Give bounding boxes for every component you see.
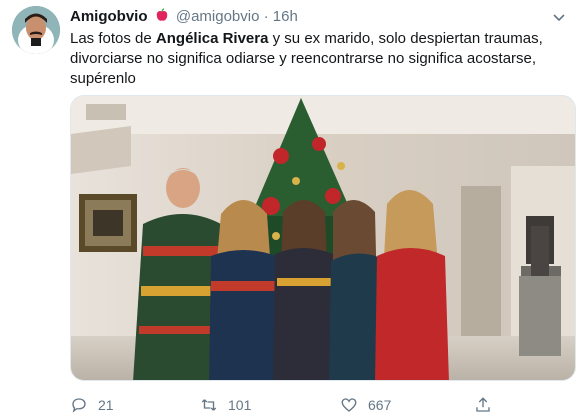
tweet-text: Las fotos de Angélica Rivera y su ex mar… [70,29,560,89]
tweet-header: Amigobvio @amigobvio · 16h [70,8,298,25]
tweet-text-part1: Las fotos de [70,30,156,47]
reply-button[interactable]: 21 [70,396,114,414]
tweet-photo[interactable] [70,95,576,381]
caret-down-icon[interactable] [552,10,566,22]
separator-dot: · [263,8,269,25]
apple-emoji-icon [155,8,169,22]
tweet-actions: 21 101 667 [70,396,560,416]
tweet-time[interactable]: 16h [273,8,298,25]
author-name[interactable]: Amigobvio [70,8,148,25]
retweet-icon [201,399,217,411]
reply-icon [72,398,86,413]
like-icon [341,398,357,412]
share-button[interactable] [474,396,502,414]
retweet-button[interactable]: 101 [200,396,251,414]
author-handle[interactable]: @amigobvio [176,8,260,25]
like-button[interactable]: 667 [340,396,391,414]
avatar[interactable] [12,6,60,54]
share-icon [476,397,490,412]
tweet-text-bold: Angélica Rivera [155,30,269,47]
